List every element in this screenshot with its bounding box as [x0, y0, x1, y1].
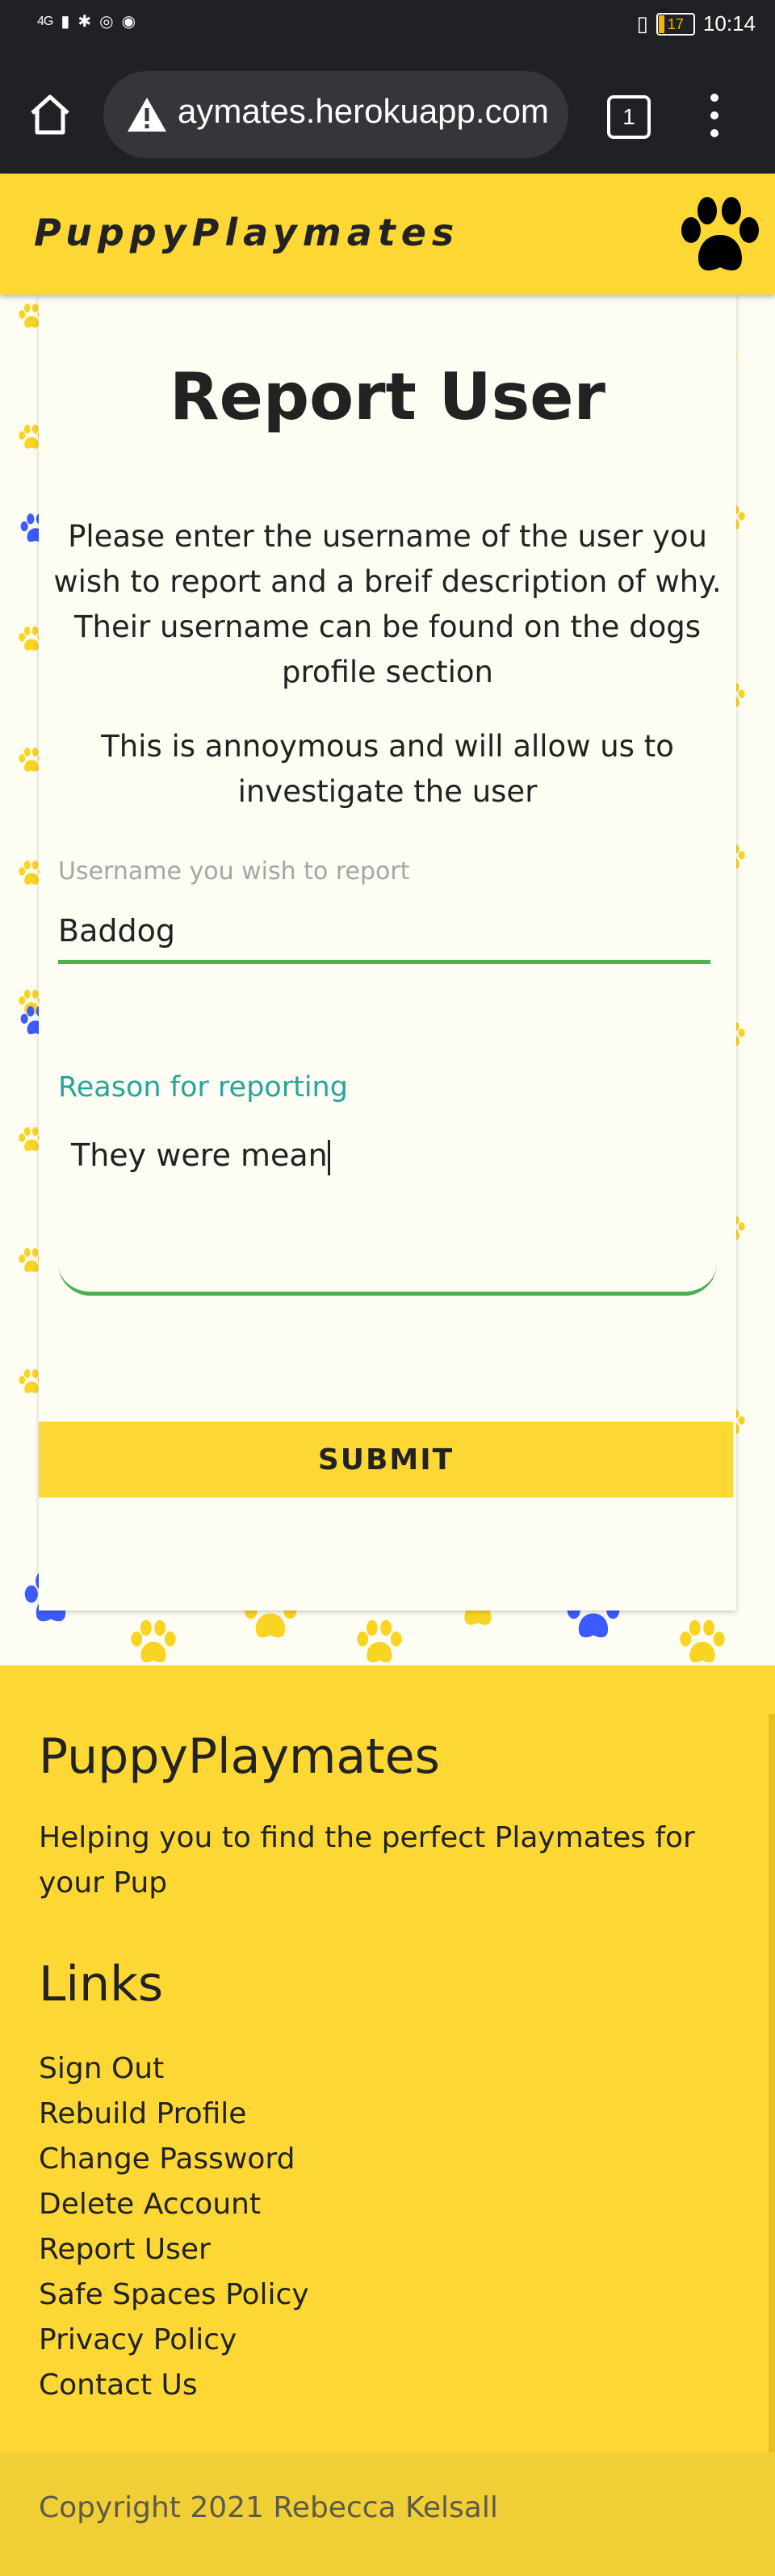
- network-indicator: 4G: [37, 14, 53, 28]
- footer-tagline: Helping you to find the perfect Playmate…: [39, 1821, 695, 1900]
- browser-toolbar: aymates.herokuapp.com 1: [0, 55, 775, 174]
- more-menu-icon[interactable]: [702, 94, 727, 142]
- footer-link-privacy-policy[interactable]: Privacy Policy: [39, 2318, 309, 2363]
- url-text: aymates.herokuapp.com: [178, 92, 549, 130]
- paw-print-icon: [357, 1619, 402, 1663]
- footer-links-title: Links: [39, 1956, 164, 2013]
- text-cursor: [327, 1139, 330, 1175]
- address-bar[interactable]: aymates.herokuapp.com: [103, 71, 568, 158]
- bluetooth-icon: ✱: [78, 13, 92, 31]
- warning-icon: [128, 98, 166, 132]
- home-icon[interactable]: [26, 90, 74, 139]
- footer-link-sign-out[interactable]: Sign Out: [39, 2046, 309, 2092]
- submit-button[interactable]: SUBMIT: [39, 1422, 733, 1497]
- battery-level: 17: [667, 15, 684, 32]
- paw-print-icon: [131, 1619, 176, 1663]
- footer-link-change-password[interactable]: Change Password: [39, 2137, 309, 2182]
- page-title: Report User: [170, 359, 605, 434]
- intro-text: Please enter the username of the user yo…: [53, 519, 722, 689]
- reason-textarea[interactable]: They were mean: [58, 1126, 717, 1296]
- whatsapp-icon: ◎: [99, 13, 114, 31]
- footer-link-safe-spaces-policy[interactable]: Safe Spaces Policy: [39, 2272, 309, 2318]
- battery-icon: 17: [656, 12, 695, 36]
- site-footer: PuppyPlaymates Helping you to find the p…: [0, 1665, 775, 2505]
- messenger-icon: ◉: [121, 13, 136, 31]
- footer-brand: PuppyPlaymates: [39, 1728, 440, 1785]
- footer-links: Sign Out Rebuild Profile Change Password…: [39, 2046, 309, 2408]
- footer-link-contact-us[interactable]: Contact Us: [39, 2363, 309, 2408]
- reason-text: They were mean: [71, 1137, 328, 1173]
- site-navbar: PuppyPlaymates: [0, 174, 775, 295]
- username-input[interactable]: [58, 902, 710, 964]
- footer-link-delete-account[interactable]: Delete Account: [39, 2182, 309, 2227]
- status-bar: 4G ▮ ✱ ◎ ◉ ▯ 17 10:14: [0, 0, 775, 55]
- paw-menu-icon[interactable]: [678, 196, 762, 277]
- clock: 10:14: [702, 11, 756, 36]
- copyright-text: Copyright 2021 Rebecca Kelsall: [39, 2491, 498, 2524]
- report-user-card: Report User Please enter the username of…: [39, 295, 736, 1611]
- anonymous-note: This is annoymous and will allow us to i…: [101, 729, 674, 809]
- brand-logo-text[interactable]: PuppyPlaymates: [34, 211, 459, 254]
- reason-label: Reason for reporting: [58, 1071, 348, 1104]
- footer-link-report-user[interactable]: Report User: [39, 2227, 309, 2272]
- tab-switcher-button[interactable]: 1: [607, 95, 651, 139]
- copyright-bar: Copyright 2021 Rebecca Kelsall: [0, 2452, 775, 2576]
- vibrate-icon: ▯: [636, 11, 648, 36]
- paw-print-icon: [680, 1619, 725, 1663]
- signal-icon: ▮: [61, 13, 70, 31]
- username-label: Username you wish to report: [58, 857, 410, 886]
- scrollbar[interactable]: [769, 1714, 775, 2505]
- footer-link-rebuild-profile[interactable]: Rebuild Profile: [39, 2092, 309, 2137]
